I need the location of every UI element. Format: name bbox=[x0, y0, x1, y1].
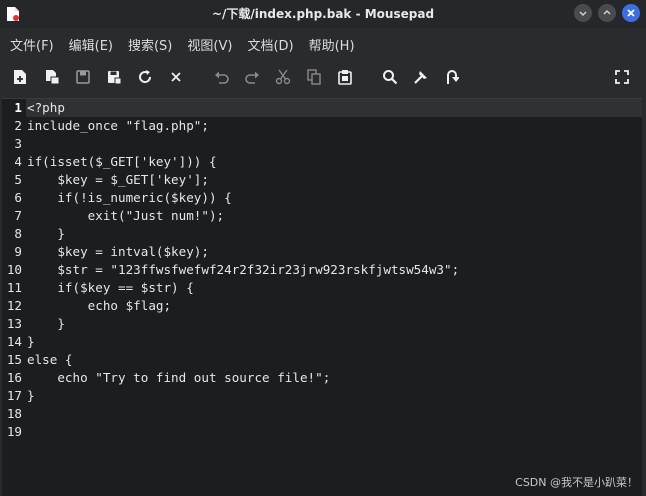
code-line[interactable]: $key = $_GET['key']; bbox=[27, 171, 209, 189]
menu-help[interactable]: 帮助(H) bbox=[299, 35, 355, 54]
save-as-icon[interactable] bbox=[104, 67, 124, 87]
find-icon[interactable] bbox=[380, 67, 400, 87]
mousepad-window: ~/下载/index.php.bak - Mousepad 文件(F) 编辑(E… bbox=[0, 0, 646, 496]
goto-line-icon[interactable] bbox=[442, 67, 462, 87]
line-number: 6 bbox=[14, 190, 22, 205]
code-line[interactable]: } bbox=[27, 225, 65, 243]
menu-bar: 文件(F) 编辑(E) 搜索(S) 视图(V) 文档(D) 帮助(H) bbox=[0, 30, 646, 58]
line-number: 16 bbox=[6, 370, 22, 385]
cut-icon[interactable] bbox=[273, 67, 293, 87]
toolbar bbox=[0, 62, 646, 92]
maximize-button[interactable] bbox=[598, 4, 616, 22]
close-tab-icon[interactable] bbox=[166, 67, 186, 87]
code-editor[interactable]: 1 2 3 4 5 6 7 8 9 10 11 12 13 14 15 16 17 18 19 <?php inclu… bbox=[2, 98, 642, 496]
menu-document[interactable]: 文档(D) bbox=[237, 35, 293, 54]
line-number: 13 bbox=[6, 316, 22, 331]
code-line[interactable]: echo "Try to find out source file!"; bbox=[27, 369, 330, 387]
code-line[interactable]: <?php bbox=[27, 99, 65, 117]
minimize-button[interactable] bbox=[574, 4, 592, 22]
menu-view[interactable]: 视图(V) bbox=[177, 35, 232, 54]
code-line[interactable]: $key = intval($key); bbox=[27, 243, 209, 261]
close-button[interactable] bbox=[622, 4, 640, 22]
line-number: 7 bbox=[14, 208, 22, 223]
line-number: 8 bbox=[14, 226, 22, 241]
fullscreen-icon[interactable] bbox=[612, 67, 632, 87]
line-number: 11 bbox=[6, 280, 22, 295]
code-line[interactable]: if($key == $str) { bbox=[27, 279, 193, 297]
line-number: 2 bbox=[14, 118, 22, 133]
window-title: ~/下载/index.php.bak - Mousepad bbox=[211, 7, 435, 21]
menu-file[interactable]: 文件(F) bbox=[0, 35, 54, 54]
line-number: 18 bbox=[6, 406, 22, 421]
line-number: 15 bbox=[6, 352, 22, 367]
line-number: 19 bbox=[6, 424, 22, 439]
line-number: 14 bbox=[6, 334, 22, 349]
line-number-gutter: 1 2 3 4 5 6 7 8 9 10 11 12 13 14 15 16 17 18 19 bbox=[2, 99, 24, 496]
current-line-highlight bbox=[26, 99, 642, 117]
menu-edit[interactable]: 编辑(E) bbox=[59, 35, 113, 54]
line-number: 10 bbox=[6, 262, 22, 277]
copy-icon[interactable] bbox=[304, 67, 324, 87]
new-document-icon[interactable] bbox=[10, 67, 30, 87]
redo-icon[interactable] bbox=[242, 67, 262, 87]
menu-search[interactable]: 搜索(S) bbox=[118, 35, 172, 54]
paste-icon[interactable] bbox=[335, 67, 355, 87]
line-number: 4 bbox=[14, 154, 22, 169]
code-line[interactable]: include_once "flag.php"; bbox=[27, 117, 209, 135]
new-window-icon[interactable] bbox=[42, 67, 62, 87]
reload-icon[interactable] bbox=[135, 67, 155, 87]
code-line[interactable]: else { bbox=[27, 351, 73, 369]
replace-icon[interactable] bbox=[411, 67, 431, 87]
line-number: 5 bbox=[14, 172, 22, 187]
line-number: 9 bbox=[14, 244, 22, 259]
title-bar[interactable]: ~/下载/index.php.bak - Mousepad bbox=[0, 0, 646, 28]
code-line[interactable]: if(isset($_GET['key'])) { bbox=[27, 153, 217, 171]
save-icon[interactable] bbox=[73, 67, 93, 87]
csdn-watermark: CSDN @我不是小趴菜！ bbox=[515, 476, 638, 489]
code-line[interactable]: $str = "123ffwsfwefwf24r2f32ir23jrw923rs… bbox=[27, 261, 459, 279]
line-number: 17 bbox=[6, 388, 22, 403]
line-number: 12 bbox=[6, 298, 22, 313]
line-number: 3 bbox=[14, 136, 22, 151]
code-line[interactable]: echo $flag; bbox=[27, 297, 171, 315]
code-line[interactable]: } bbox=[27, 387, 35, 405]
code-line[interactable]: } bbox=[27, 315, 65, 333]
code-line[interactable]: exit("Just num!"); bbox=[27, 207, 224, 225]
code-line[interactable]: if(!is_numeric($key)) { bbox=[27, 189, 231, 207]
undo-icon[interactable] bbox=[212, 67, 232, 87]
code-line[interactable]: } bbox=[27, 333, 35, 351]
line-number: 1 bbox=[14, 100, 22, 115]
